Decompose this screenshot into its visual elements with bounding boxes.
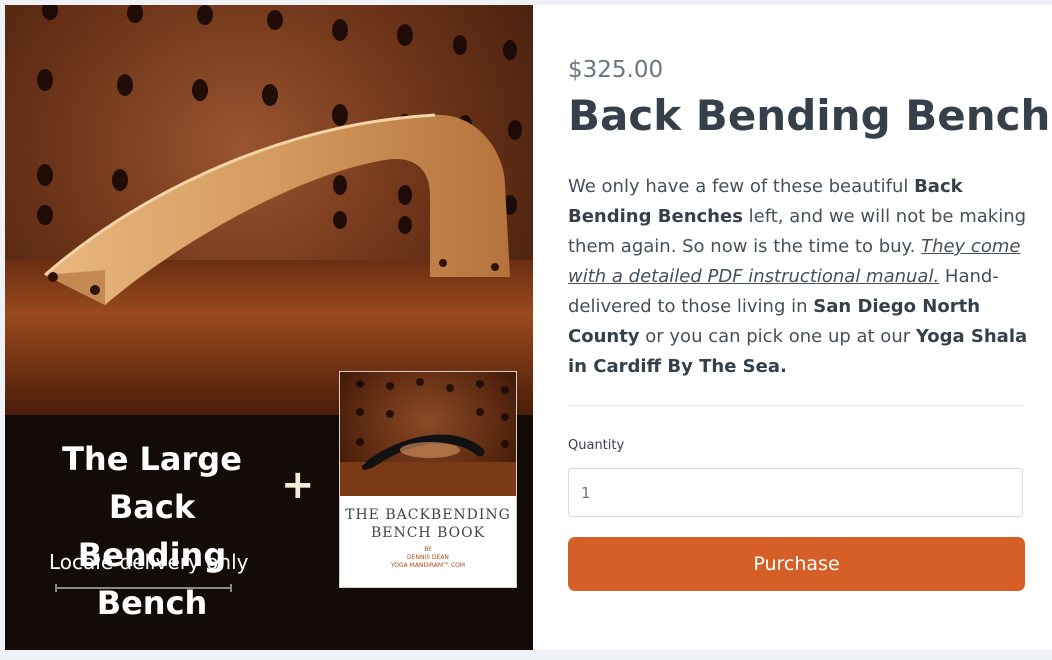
promo-headline-line2: Bending Bench [77,536,227,622]
promo-headline: The Large Back Bending Bench [17,435,287,627]
product-image: The Large Back Bending Bench + Locale de… [5,5,533,650]
product-title: Back Bending Bench [568,91,1051,140]
product-description: We only have a few of these beautiful Ba… [568,172,1028,382]
book-byline: BY DENNIS DEAN YOGA MANDIRAM™.COM [340,546,516,570]
desc-text: We only have a few of these beautiful [568,176,915,197]
backbend-figure [340,378,516,496]
book-byline-site: YOGA MANDIRAM™.COM [390,562,466,569]
product-card: The Large Back Bending Bench + Locale de… [5,5,1052,650]
book-cover: THE BACKBENDING BENCH BOOK BY DENNIS DEA… [339,371,517,588]
book-title: THE BACKBENDING BENCH BOOK [340,506,516,542]
promo-headline-line1: The Large Back [62,440,242,526]
book-byline-author: DENNIS DEAN [407,554,449,561]
book-byline-by: BY [424,546,432,553]
delivery-underline [55,584,232,592]
quantity-label: Quantity [568,438,625,453]
book-title-line2: BENCH BOOK [370,525,486,541]
delivery-note: Locale delivery only [49,550,249,574]
plus-symbol: + [281,462,315,508]
desc-text: or you can pick one up at our [639,326,916,347]
book-cover-photo [340,372,516,496]
bench-illustration [44,113,510,305]
bench-photo [5,5,533,415]
quantity-input[interactable] [568,468,1023,517]
divider [568,405,1025,406]
purchase-button[interactable]: Purchase [568,537,1025,591]
book-title-line1: THE BACKBENDING [345,507,511,523]
product-price: $325.00 [568,57,664,83]
